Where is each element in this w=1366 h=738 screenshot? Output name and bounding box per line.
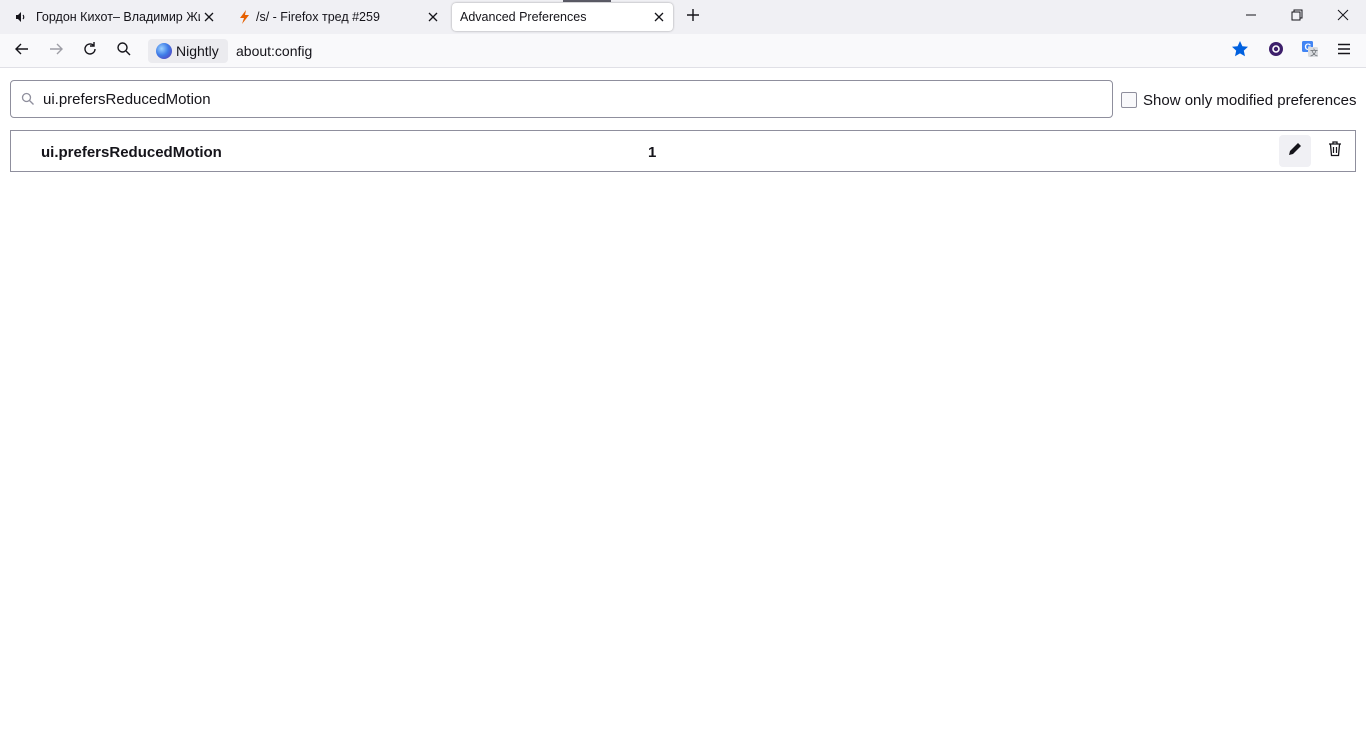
- close-icon: [1337, 8, 1349, 26]
- new-tab-button[interactable]: [684, 8, 702, 26]
- show-modified-toggle[interactable]: Show only modified preferences: [1121, 90, 1356, 110]
- tab-firefox-thread[interactable]: /s/ - Firefox тред #259: [228, 3, 450, 31]
- tab-gordon-kihot[interactable]: Гордон Кихот– Владимир Жир: [4, 3, 226, 31]
- tab-advanced-preferences[interactable]: Advanced Preferences: [452, 3, 673, 31]
- search-icon: [21, 92, 35, 106]
- preference-search-box[interactable]: [10, 80, 1113, 118]
- close-icon[interactable]: [201, 9, 217, 25]
- edit-button[interactable]: [1279, 135, 1311, 167]
- extension-button[interactable]: [1266, 41, 1286, 61]
- reload-icon: [82, 41, 98, 62]
- tab-title: /s/ - Firefox тред #259: [256, 10, 380, 24]
- restore-button[interactable]: [1286, 6, 1308, 28]
- tab-title: Advanced Preferences: [460, 10, 587, 24]
- reload-button[interactable]: [80, 41, 100, 61]
- tab-strip: Гордон Кихот– Владимир Жир /s/ - Firefox…: [0, 0, 1366, 34]
- preference-name: ui.prefersReducedMotion: [41, 144, 222, 161]
- pencil-icon: [1288, 142, 1302, 161]
- identity-box[interactable]: Nightly: [148, 39, 228, 63]
- identity-label: Nightly: [176, 43, 219, 59]
- arrow-left-icon: [14, 41, 30, 62]
- preferences-table: ui.prefersReducedMotion 1: [10, 130, 1356, 172]
- navigation-toolbar: Nightly about:config G文: [0, 34, 1366, 68]
- url-text[interactable]: about:config: [236, 44, 312, 58]
- restore-icon: [1291, 8, 1303, 26]
- lightning-icon: [238, 10, 252, 24]
- app-menu-button[interactable]: [1334, 41, 1354, 61]
- close-icon[interactable]: [651, 9, 667, 25]
- show-modified-checkbox[interactable]: [1121, 92, 1137, 108]
- preference-value[interactable]: 1: [648, 144, 656, 161]
- tab-media-indicator: [563, 0, 611, 2]
- extension-circle-icon: [1268, 41, 1284, 62]
- speaker-icon[interactable]: [14, 10, 28, 24]
- url-bar[interactable]: Nightly about:config: [148, 39, 1258, 63]
- nightly-logo-icon: [156, 43, 172, 59]
- forward-button[interactable]: [46, 41, 66, 61]
- arrow-right-icon: [48, 41, 64, 62]
- delete-button[interactable]: [1321, 135, 1349, 167]
- translate-icon: G文: [1301, 40, 1319, 63]
- bookmark-star-button[interactable]: [1230, 40, 1250, 63]
- hamburger-menu-icon: [1336, 41, 1352, 62]
- search-icon: [116, 41, 132, 62]
- close-icon[interactable]: [425, 9, 441, 25]
- show-modified-label: Show only modified preferences: [1143, 91, 1357, 109]
- minimize-icon: [1245, 8, 1257, 26]
- preference-search-input[interactable]: [43, 89, 1103, 109]
- star-icon: [1231, 40, 1249, 63]
- translate-extension-button[interactable]: G文: [1300, 40, 1320, 63]
- tab-title: Гордон Кихот– Владимир Жир: [36, 10, 200, 24]
- back-button[interactable]: [12, 41, 32, 61]
- minimize-button[interactable]: [1240, 6, 1262, 28]
- search-button[interactable]: [114, 41, 134, 61]
- window-close-button[interactable]: [1332, 6, 1354, 28]
- svg-text:文: 文: [1310, 47, 1318, 57]
- trash-icon: [1328, 140, 1342, 162]
- plus-icon: [686, 8, 700, 27]
